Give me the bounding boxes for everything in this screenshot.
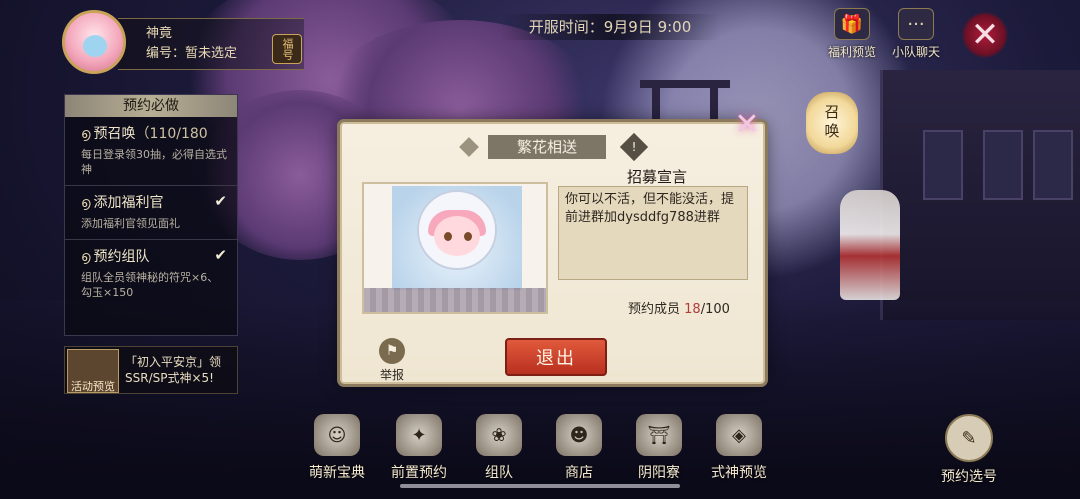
task-title: 添加福利官	[93, 195, 164, 211]
members-label: 预约成员	[628, 302, 681, 317]
nav-team[interactable]: ❀ 组队	[462, 414, 536, 482]
event-preview-banner[interactable]: 活动预览 「初入平安京」领SSR/SP式神×5!	[64, 346, 238, 394]
team-chat-label: 小队聊天	[891, 45, 940, 59]
bottom-nav: ☺ 萌新宝典 ✦ 前置预约 ❀ 组队 ☻ 商店 ⛩ 阴阳寮 ◈ 式神预览	[290, 414, 790, 484]
event-preview-icon: 活动预览	[67, 349, 119, 393]
nav-label: 前置预约	[391, 465, 447, 481]
diamond-ornament-icon	[459, 137, 479, 157]
spiral-icon: ൭	[81, 249, 91, 265]
avatar-face	[83, 35, 107, 57]
info-icon[interactable]: !	[619, 132, 649, 162]
info-icon-glyph: !	[631, 140, 637, 154]
report-label: 举报	[379, 368, 404, 382]
report-button[interactable]: ⚑ 举报	[372, 338, 412, 383]
check-icon: ✔	[214, 192, 227, 210]
team-leader-portrait	[362, 182, 548, 314]
nav-label: 式神预览	[711, 465, 767, 481]
home-indicator	[400, 484, 680, 488]
nav-guild[interactable]: ⛩ 阴阳寮	[622, 414, 696, 482]
nav-label: 组队	[485, 465, 513, 481]
nav-pre-reservation[interactable]: ✦ 前置预约	[382, 414, 456, 482]
reservation-tasks-panel: 预约必做 ൭ 预召唤（110/180 每日登录领30抽，必得自选式神 ൭ 添加福利官…	[64, 94, 238, 336]
rabbit-icon: ❀	[476, 414, 522, 456]
task-add-welfare-officer[interactable]: ൭ 添加福利官 ✔ 添加福利官领见面礼	[65, 186, 237, 240]
reserve-number-button[interactable]: ✎ 预约选号	[934, 414, 1004, 486]
summon-lantern[interactable]: 召唤	[806, 92, 858, 154]
shikigami-character[interactable]	[840, 190, 900, 300]
gift-icon: 🎁	[834, 8, 870, 40]
team-dialog: 繁花相送 ! 招募宣言 你可以不活，但不能没活，提前进群加dysddfg788进…	[340, 122, 765, 384]
nav-beginner-guide[interactable]: ☺ 萌新宝典	[300, 414, 374, 482]
close-icon[interactable]: ✕	[962, 12, 1008, 58]
task-team-reservation[interactable]: ൭ 预约组队 ✔ 组队全员领神秘的符咒×6、勾玉×150	[65, 240, 237, 308]
chibi-face	[434, 216, 480, 256]
chibi-eye	[444, 232, 452, 241]
check-icon: ✔	[214, 246, 227, 264]
portrait-pattern	[364, 288, 546, 312]
chat-icon: ···	[898, 8, 934, 40]
task-title: 预召唤	[93, 126, 136, 142]
player-name: 神竟	[146, 26, 173, 41]
welfare-preview-button[interactable]: 🎁 福利预览	[820, 8, 884, 60]
task-title-row: ൭ 添加福利官	[81, 192, 227, 212]
event-preview-text: 「初入平安京」领SSR/SP式神×5!	[125, 355, 222, 385]
team-chat-button[interactable]: ··· 小队聊天	[884, 8, 948, 60]
members-total: /100	[700, 302, 730, 317]
number-badge[interactable]: 福号	[272, 34, 302, 64]
nav-shikigami-preview[interactable]: ◈ 式神预览	[702, 414, 776, 482]
task-desc: 每日登录领30抽，必得自选式神	[81, 148, 227, 176]
task-desc: 添加福利官领见面礼	[81, 217, 180, 230]
dialog-close-icon[interactable]: ✕	[725, 105, 769, 145]
fox-mask-icon: ◈	[716, 414, 762, 456]
dialog-title: 繁花相送	[488, 135, 606, 159]
task-count: （110/180	[135, 126, 208, 142]
members-current: 18	[684, 302, 701, 317]
chibi-eye	[464, 232, 472, 241]
task-title: 预约组队	[93, 249, 150, 265]
portrait-art	[392, 186, 522, 290]
lucky-cat-icon: ☻	[556, 414, 602, 456]
nav-label: 萌新宝典	[309, 465, 365, 481]
panel-header: 预约必做	[65, 95, 237, 117]
report-icon: ⚑	[379, 338, 405, 364]
task-title-row: ൭ 预召唤（110/180	[81, 123, 227, 143]
declaration-title: 招募宣言	[626, 168, 687, 186]
cat-doll-icon: ☺	[314, 414, 360, 456]
welfare-preview-label: 福利预览	[827, 45, 876, 59]
declaration-text: 你可以不活，但不能没活，提前进群加dysddfg788进群	[558, 186, 748, 280]
members-count: 预约成员 18/100	[628, 298, 730, 317]
nav-shop[interactable]: ☻ 商店	[542, 414, 616, 482]
exit-button[interactable]: 退出	[505, 338, 607, 376]
bird-icon: ✦	[396, 414, 442, 456]
task-pre-summon[interactable]: ൭ 预召唤（110/180 每日登录领30抽，必得自选式神	[65, 117, 237, 186]
server-open-time: 开服时间：9月9日 9:00	[500, 14, 720, 40]
player-id: 编号：暂未选定	[146, 46, 238, 61]
task-desc: 组队全员领神秘的符咒×6、勾玉×150	[81, 271, 219, 299]
shrine-building	[880, 70, 1080, 320]
torii-icon: ⛩	[636, 414, 682, 456]
nav-label: 阴阳寮	[638, 465, 680, 481]
player-profile[interactable]: 神竟 编号：暂未选定 福号	[62, 10, 304, 80]
scroll-icon: ✎	[945, 414, 993, 462]
avatar[interactable]	[62, 10, 126, 74]
nav-label: 商店	[565, 465, 593, 481]
spiral-icon: ൭	[81, 195, 91, 211]
spiral-icon: ൭	[81, 126, 91, 142]
task-title-row: ൭ 预约组队	[81, 246, 227, 266]
reserve-number-label: 预约选号	[941, 469, 997, 485]
